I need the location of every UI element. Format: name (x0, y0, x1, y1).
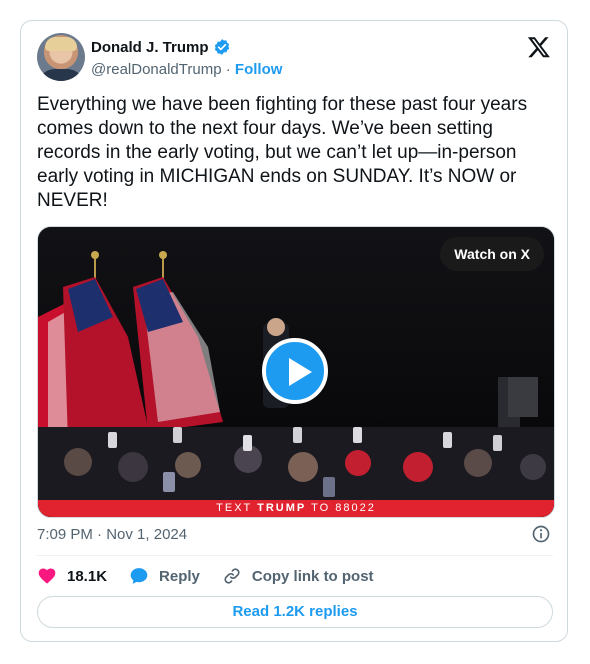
verified-badge-icon (214, 39, 229, 55)
reply-button[interactable]: Reply (129, 566, 200, 586)
tweet-date: Nov 1, 2024 (106, 526, 188, 543)
banner-prefix: TEXT (216, 502, 258, 514)
heart-icon (38, 568, 56, 584)
handle-separator: · (225, 61, 231, 78)
video-player[interactable]: Watch on X TEXT TRUMP TO 88022 (37, 226, 555, 518)
timestamp-separator: · (97, 526, 103, 543)
reply-label: Reply (159, 567, 200, 585)
avatar[interactable] (37, 33, 85, 81)
tweet-timestamp[interactable]: 7:09 PM · Nov 1, 2024 (37, 526, 187, 543)
author-handle[interactable]: @realDonaldTrump (91, 61, 222, 78)
x-logo-icon[interactable] (527, 35, 551, 59)
video-banner: TEXT TRUMP TO 88022 (38, 500, 554, 517)
action-bar: 18.1K Reply Copy link to post (37, 565, 396, 587)
tweet-card: Donald J. Trump @realDonaldTrump · Follo… (20, 20, 568, 642)
link-icon (224, 568, 240, 584)
tweet-text: Everything we have been fighting for the… (37, 94, 528, 211)
author-handle-row: @realDonaldTrump · Follow (91, 61, 282, 78)
author-display-name[interactable]: Donald J. Trump (91, 39, 209, 56)
banner-keyword: TRUMP (257, 502, 307, 514)
author-name-row: Donald J. Trump (91, 38, 231, 56)
copy-link-label: Copy link to post (251, 567, 374, 585)
info-icon[interactable] (531, 524, 551, 544)
watch-on-x-button[interactable]: Watch on X (440, 237, 544, 271)
read-replies-button[interactable]: Read 1.2K replies (37, 596, 553, 628)
like-count: 18.1K (67, 567, 108, 585)
like-button[interactable]: 18.1K (37, 566, 107, 586)
copy-link-button[interactable]: Copy link to post (222, 566, 374, 586)
play-icon (289, 358, 312, 386)
play-button[interactable] (262, 338, 328, 404)
follow-button[interactable]: Follow (235, 61, 283, 78)
tweet-time: 7:09 PM (37, 526, 93, 543)
divider (37, 555, 553, 556)
reply-bubble-icon (130, 568, 148, 584)
banner-suffix: TO 88022 (306, 502, 376, 514)
